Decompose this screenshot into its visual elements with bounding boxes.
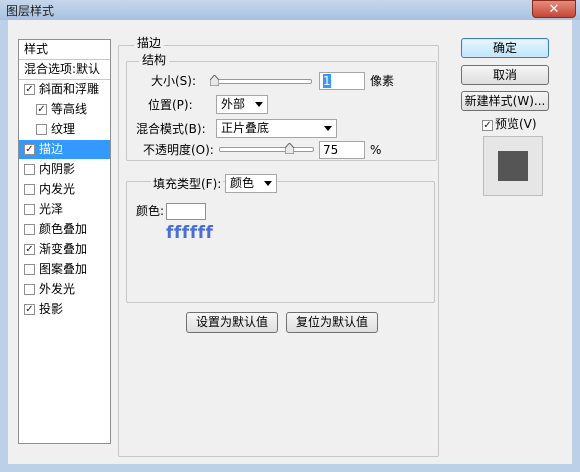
set-default-button[interactable]: 设置为默认值 <box>186 312 278 333</box>
style-list-item-label: 内发光 <box>39 182 76 196</box>
chevron-down-icon <box>324 126 332 131</box>
new-style-button[interactable]: 新建样式(W)... <box>461 91 549 111</box>
blend-mode-value: 正片叠底 <box>221 121 270 135</box>
size-slider-track[interactable] <box>213 79 312 84</box>
opacity-input[interactable]: 75 <box>319 141 365 159</box>
cancel-label: 取消 <box>492 68 517 82</box>
position-label: 位置(P): <box>148 98 193 112</box>
color-hex-annotation: ffffff <box>166 223 214 243</box>
style-list-item-label: 渐变叠加 <box>39 242 88 256</box>
style-list-item[interactable]: ✓ 等高线 <box>19 100 110 119</box>
effect-checkbox[interactable]: ✓ <box>24 244 35 255</box>
window-title: 图层样式 <box>6 4 55 18</box>
effect-checkbox[interactable]: ✓ <box>36 104 47 115</box>
effect-checkbox[interactable] <box>24 204 35 215</box>
cancel-button[interactable]: 取消 <box>461 65 549 85</box>
style-list-item-label: 光泽 <box>39 202 64 216</box>
opacity-slider-track[interactable] <box>219 147 314 152</box>
chevron-down-icon <box>255 102 263 107</box>
style-list-item-label: 纹理 <box>51 122 76 136</box>
style-list-item-label: 描边 <box>39 142 64 156</box>
fill-type-label: 填充类型(F): <box>151 176 224 192</box>
ok-button[interactable]: 确定 <box>461 38 549 58</box>
style-list-item-label: 图案叠加 <box>39 262 88 276</box>
size-input[interactable]: 1 <box>319 72 365 90</box>
style-list-item[interactable]: 外发光 <box>19 280 110 299</box>
close-icon: ✕ <box>548 2 560 17</box>
blend-options-item[interactable]: 混合选项:默认 <box>19 60 110 79</box>
style-list-item-label: 斜面和浮雕 <box>39 82 100 96</box>
set-default-label: 设置为默认值 <box>195 315 268 329</box>
effect-checkbox[interactable] <box>24 284 35 295</box>
reset-default-label: 复位为默认值 <box>295 315 368 329</box>
stroke-group-title: 描边 <box>134 36 165 50</box>
layer-style-dialog: 图层样式 ✕ 样式 混合选项:默认 ✓ 斜面和浮雕 ✓ 等高线纹理 ✓ 描边内阴影内发光光… <box>0 0 580 472</box>
opacity-slider-thumb[interactable] <box>284 143 294 154</box>
style-list-item[interactable]: ✓ 描边 <box>19 140 110 159</box>
style-list-item[interactable]: 内阴影 <box>19 160 110 179</box>
fill-type-value: 颜色 <box>230 176 255 190</box>
stroke-color-swatch[interactable] <box>166 203 206 220</box>
close-button[interactable]: ✕ <box>532 0 576 18</box>
style-list-item[interactable]: ✓ 渐变叠加 <box>19 240 110 259</box>
opacity-unit: % <box>370 143 382 157</box>
style-list-item[interactable]: 纹理 <box>19 120 110 139</box>
opacity-value: 75 <box>323 143 339 157</box>
style-list-item[interactable]: 内发光 <box>19 180 110 199</box>
dialog-client-area: 样式 混合选项:默认 ✓ 斜面和浮雕 ✓ 等高线纹理 ✓ 描边内阴影内发光光泽颜色叠加 ✓ 渐… <box>8 20 572 464</box>
structure-group-title: 结构 <box>139 53 170 67</box>
title-bar[interactable]: 图层样式 ✕ <box>0 0 580 20</box>
style-list-item-label: 颜色叠加 <box>39 222 88 236</box>
window-frame-bottom <box>0 464 580 472</box>
window-frame-left <box>0 20 8 472</box>
style-list: 样式 混合选项:默认 ✓ 斜面和浮雕 ✓ 等高线纹理 ✓ 描边内阴影内发光光泽颜色叠加 ✓ 渐… <box>18 39 111 444</box>
style-list-header[interactable]: 样式 <box>19 40 110 59</box>
preview-label[interactable]: 预览(V) <box>495 116 537 132</box>
effect-checkbox[interactable] <box>24 224 35 235</box>
style-list-item[interactable]: 图案叠加 <box>19 260 110 279</box>
preview-swatch <box>498 151 528 181</box>
size-label: 大小(S): <box>151 74 197 88</box>
effect-checkbox[interactable] <box>24 164 35 175</box>
style-list-item[interactable]: ✓ 投影 <box>19 300 110 319</box>
style-list-item-label: 内阴影 <box>39 162 76 176</box>
effect-checkbox[interactable]: ✓ <box>24 304 35 315</box>
ok-label: 确定 <box>492 41 517 55</box>
style-list-item[interactable]: 颜色叠加 <box>19 220 110 239</box>
effect-checkbox[interactable] <box>24 184 35 195</box>
size-slider-thumb[interactable] <box>209 75 219 86</box>
style-list-item-label: 外发光 <box>39 282 76 296</box>
size-unit: 像素 <box>370 74 395 88</box>
position-dropdown[interactable]: 外部 <box>216 95 268 114</box>
effect-checkbox[interactable]: ✓ <box>24 84 35 95</box>
blend-options-label: 混合选项:默认 <box>24 62 101 76</box>
blend-mode-dropdown[interactable]: 正片叠底 <box>216 119 337 138</box>
new-style-label: 新建样式(W)... <box>464 94 546 108</box>
style-list-header-label: 样式 <box>24 42 49 56</box>
position-value: 外部 <box>221 97 246 111</box>
style-list-item-label: 投影 <box>39 302 64 316</box>
opacity-label: 不透明度(O): <box>143 143 214 157</box>
preview-checkbox[interactable]: ✓ <box>482 120 493 131</box>
style-list-item[interactable]: 光泽 <box>19 200 110 219</box>
effect-checkbox[interactable]: ✓ <box>24 144 35 155</box>
color-label: 颜色: <box>136 204 165 218</box>
chevron-down-icon <box>264 181 272 186</box>
effect-checkbox[interactable] <box>36 124 47 135</box>
blend-mode-label: 混合模式(B): <box>136 122 206 136</box>
style-list-item[interactable]: ✓ 斜面和浮雕 <box>19 80 110 99</box>
effect-checkbox[interactable] <box>24 264 35 275</box>
reset-default-button[interactable]: 复位为默认值 <box>286 312 378 333</box>
style-list-item-label: 等高线 <box>51 102 88 116</box>
fill-type-dropdown[interactable]: 颜色 <box>225 174 277 193</box>
window-frame-right <box>572 20 580 472</box>
style-preview <box>483 136 543 196</box>
size-value: 1 <box>323 74 331 88</box>
